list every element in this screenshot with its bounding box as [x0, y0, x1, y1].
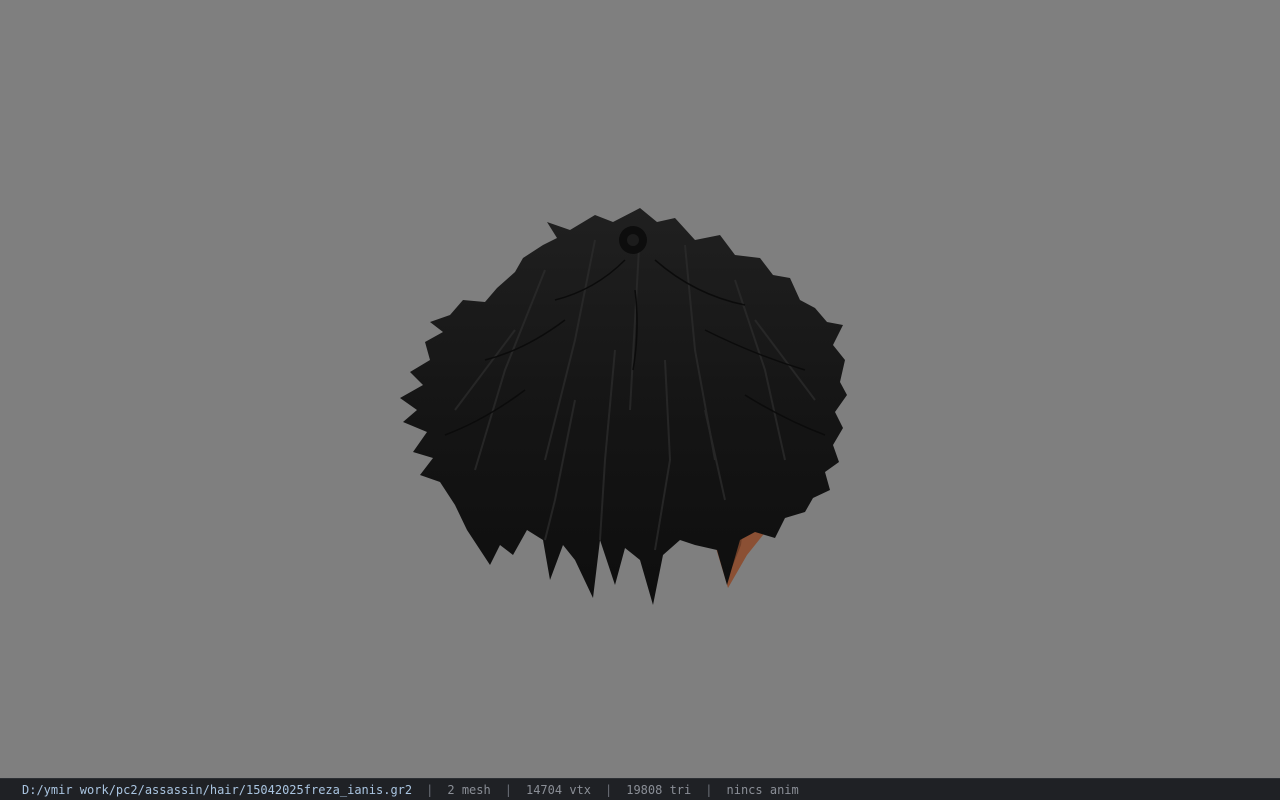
3d-viewport[interactable]	[0, 0, 1280, 778]
hair-silhouette	[400, 208, 847, 605]
vertex-count: 14704 vtx	[525, 782, 591, 797]
triangle-count: 19808 tri	[626, 782, 692, 797]
file-path: D:/ymir work/pc2/assassin/hair/15042025f…	[22, 782, 413, 797]
hair-model[interactable]	[395, 200, 855, 610]
separator: |	[504, 782, 512, 797]
animation-status: nincs anim	[726, 782, 799, 797]
separator: |	[605, 782, 613, 797]
separator: |	[705, 782, 713, 797]
status-bar: D:/ymir work/pc2/assassin/hair/15042025f…	[0, 778, 1280, 800]
separator: |	[426, 782, 434, 797]
mesh-count: 2 mesh	[447, 782, 491, 797]
